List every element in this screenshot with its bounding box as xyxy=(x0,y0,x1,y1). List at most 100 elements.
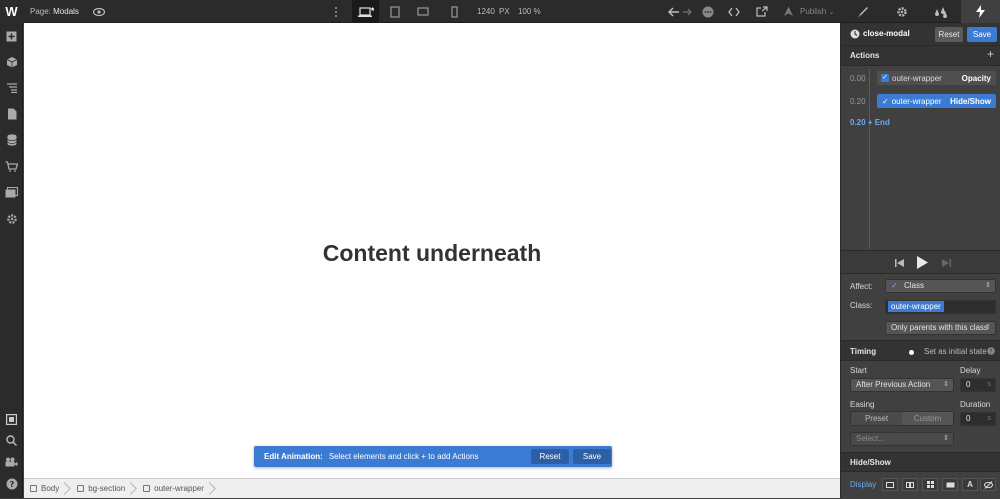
mobile-portrait-icon[interactable] xyxy=(443,0,465,23)
checkbox-icon[interactable]: ✓ xyxy=(881,74,889,82)
tab-settings-gear[interactable] xyxy=(882,0,921,23)
affect-label: Affect: xyxy=(850,282,873,291)
export-icon[interactable] xyxy=(751,0,773,23)
assets-images-icon[interactable] xyxy=(0,181,23,203)
class-input[interactable]: outer-wrapper xyxy=(885,300,996,314)
display-inline-block-icon[interactable] xyxy=(942,478,958,491)
affect-select[interactable]: ✓ Class ⇕ xyxy=(885,279,996,293)
canvas-zoom: 100 % xyxy=(517,7,541,16)
interaction-name: close-modal xyxy=(863,29,910,38)
edit-animation-bar: Edit Animation: Select elements and clic… xyxy=(254,446,612,467)
class-tag[interactable]: outer-wrapper xyxy=(888,301,944,312)
element-box-icon xyxy=(143,485,151,492)
edit-animation-label: Edit Animation: xyxy=(264,452,323,461)
canvas-width-unit: PX xyxy=(499,7,510,16)
video-tutorials-icon[interactable] xyxy=(0,451,23,473)
start-label: Start xyxy=(850,366,867,375)
publish-label: Publish xyxy=(800,7,827,16)
delay-unit: s xyxy=(987,381,992,388)
design-canvas[interactable]: Content underneath xyxy=(24,23,840,478)
cms-database-icon[interactable] xyxy=(0,129,23,151)
publish-button[interactable]: Publish ⌄ xyxy=(800,0,834,23)
display-flex-icon[interactable] xyxy=(902,478,918,491)
add-plus-icon: + xyxy=(867,118,873,127)
interactions-panel: close-modal Reset Save Actions + 0.00 ✓ … xyxy=(840,23,1000,498)
desktop-breakpoint-icon[interactable]: ★ xyxy=(352,0,379,23)
timeline-end[interactable]: 0.20 + End xyxy=(850,118,890,127)
initial-state-label[interactable]: Set as initial state xyxy=(924,347,987,356)
publish-rocket-icon[interactable] xyxy=(777,0,799,23)
canvas-width: 1240 xyxy=(477,7,495,16)
tab-interactions-lightning[interactable] xyxy=(961,0,1000,23)
class-scope-select[interactable]: Only parents with this class ⇕ xyxy=(885,321,996,335)
breadcrumb-item-outer-wrapper[interactable]: outer-wrapper xyxy=(133,479,212,499)
more-dots-icon[interactable] xyxy=(325,0,347,23)
action-item-selected[interactable]: ✓ outer-wrapper Hide/Show xyxy=(877,94,996,108)
breadcrumb-item-bg-section[interactable]: bg-section xyxy=(67,479,133,499)
display-block-icon[interactable] xyxy=(882,478,898,491)
redo-icon[interactable] xyxy=(676,0,698,23)
content-heading[interactable]: Content underneath xyxy=(24,240,840,267)
interaction-reset-button[interactable]: Reset xyxy=(935,27,963,42)
duration-input[interactable]: 0 s xyxy=(960,412,996,426)
search-icon[interactable] xyxy=(0,429,23,451)
top-toolbar: W Page: Modals ★ 1240 PX 100 % Publish ⌄ xyxy=(0,0,1000,23)
animation-reset-button[interactable]: Reset xyxy=(531,449,569,464)
easing-placeholder: Select... xyxy=(856,434,885,443)
chevron-down-icon: ⌄ xyxy=(828,9,835,16)
svg-text:?: ? xyxy=(989,349,992,356)
webflow-logo-icon[interactable]: W xyxy=(0,0,23,23)
tab-style-brush[interactable] xyxy=(843,0,882,23)
tab-style-manager-drops[interactable] xyxy=(921,0,960,23)
project-settings-gear-icon[interactable] xyxy=(0,208,23,230)
action-item[interactable]: ✓ outer-wrapper Opacity xyxy=(877,71,996,85)
timeline-rail xyxy=(869,69,870,249)
svg-text:★: ★ xyxy=(370,6,374,13)
help-question-icon[interactable]: ? xyxy=(0,473,23,495)
pages-icon[interactable] xyxy=(0,103,23,125)
check-icon: ✓ xyxy=(891,281,898,290)
start-select[interactable]: After Previous Action ⇕ xyxy=(850,378,954,392)
add-action-plus-icon[interactable]: + xyxy=(987,47,994,61)
delay-value: 0 xyxy=(966,380,971,389)
navigator-icon[interactable] xyxy=(0,77,23,99)
animation-save-button[interactable]: Save xyxy=(573,449,611,464)
select-arrows-icon: ⇕ xyxy=(943,381,949,388)
hideshow-header: Hide/Show xyxy=(841,452,1000,472)
duration-unit: s xyxy=(987,415,992,422)
svg-text:?: ? xyxy=(9,480,14,489)
ecommerce-cart-icon[interactable] xyxy=(0,155,23,177)
edit-animation-message: Select elements and click + to add Actio… xyxy=(328,452,479,461)
help-question-icon[interactable]: ? xyxy=(987,347,995,355)
skip-start-icon[interactable] xyxy=(895,259,904,267)
easing-custom-tab[interactable]: Custom xyxy=(902,412,953,425)
code-view-icon[interactable] xyxy=(723,0,745,23)
initial-state-dot-icon[interactable] xyxy=(909,350,914,355)
interaction-save-button[interactable]: Save xyxy=(967,27,997,42)
symbols-cube-icon[interactable] xyxy=(0,51,23,73)
select-arrows-icon: ⇕ xyxy=(943,435,949,442)
tablet-breakpoint-icon[interactable] xyxy=(384,0,406,23)
delay-input[interactable]: 0 s xyxy=(960,378,996,392)
breadcrumb-item-body[interactable]: Body xyxy=(24,479,67,499)
comments-icon[interactable] xyxy=(697,0,719,23)
select-arrows-icon: ⇕ xyxy=(985,282,991,289)
action-target: outer-wrapper xyxy=(891,96,942,106)
easing-preset-tab[interactable]: Preset xyxy=(851,412,902,425)
preview-eye-icon[interactable] xyxy=(88,0,110,23)
action-time: 0.20 xyxy=(850,97,866,106)
timed-interaction-icon xyxy=(850,29,860,39)
play-icon[interactable] xyxy=(917,256,928,269)
add-panel-icon[interactable] xyxy=(0,25,23,47)
scope-value: Only parents with this class xyxy=(891,323,988,332)
page-selector[interactable]: Page: Modals xyxy=(30,0,79,23)
display-inline-icon[interactable]: A xyxy=(962,478,978,491)
mobile-landscape-icon[interactable] xyxy=(412,0,434,23)
skip-end-icon[interactable] xyxy=(942,259,951,267)
preview-square-icon[interactable] xyxy=(0,408,23,430)
action-type: Hide/Show xyxy=(950,96,991,106)
display-grid-icon[interactable] xyxy=(922,478,938,491)
action-time: 0.00 xyxy=(850,74,866,83)
display-none-icon[interactable] xyxy=(980,478,996,491)
easing-select[interactable]: Select... ⇕ xyxy=(850,432,954,446)
